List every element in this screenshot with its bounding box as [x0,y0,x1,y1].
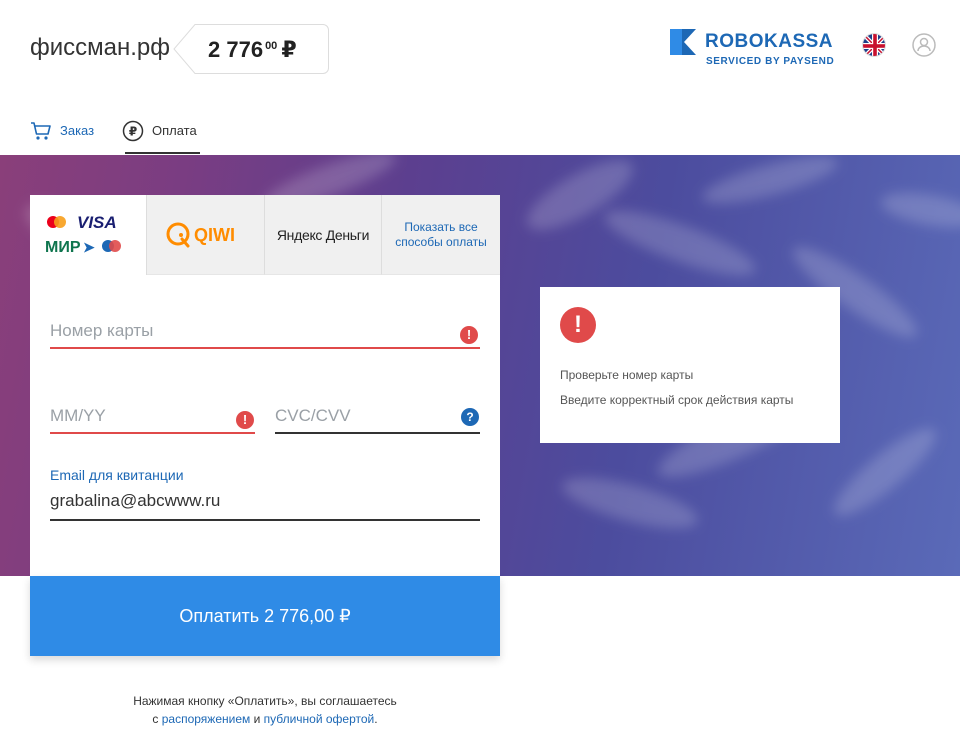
cvc-underline [275,432,480,434]
step-order-label: Заказ [60,123,95,138]
cart-icon [30,120,52,142]
public-offer-link[interactable]: публичной офертой [264,712,375,726]
terms-and: и [250,712,264,726]
card-number-input[interactable] [50,321,480,341]
expiry-field[interactable]: ! [50,402,255,434]
error-icon: ! [236,411,254,429]
svg-text:➤: ➤ [83,239,95,255]
cvc-input[interactable] [275,406,480,426]
terms-prefix: с [152,712,162,726]
card-logos-icon: VISA МИР ➤ [45,213,121,256]
step-payment-label: Оплата [152,123,197,138]
error-message-card-number: Проверьте номер карты [560,368,694,382]
currency-sign: ₽ [281,37,297,62]
validation-errors-box: ! Проверьте номер карты Введите корректн… [540,287,840,443]
order-amount: 2 776 00 ₽ [208,37,297,63]
expiry-input[interactable] [50,406,255,426]
payment-form-panel: VISA МИР ➤ QIWI Яндекс Деньги Показать в… [30,195,500,576]
cvc-field[interactable]: ? [275,402,480,434]
qiwi-logo-icon: QIWI [166,222,235,247]
qiwi-text: QIWI [194,225,235,245]
terms-notice: Нажимая кнопку «Оплатить», вы соглашаете… [30,692,500,728]
checkout-steps: Заказ ₽ Оплата [0,100,960,155]
robokassa-k-icon [670,29,696,55]
logo-subtitle: SERVICED BY PAYSEND [706,56,835,67]
email-underline [50,519,480,521]
card-number-underline [50,347,480,349]
error-message-expiry: Введите корректный срок действия карты [560,393,794,407]
terms-line-2: с распоряжением и публичной офертой. [30,710,500,728]
email-field[interactable] [50,487,480,521]
step-payment[interactable]: ₽ Оплата [122,108,197,153]
logo-title: ROBOKASSA [705,31,833,53]
order-link[interactable]: распоряжением [162,712,251,726]
expiry-underline [50,432,255,434]
yandex-money-label: Яндекс Деньги [276,226,370,243]
error-icon: ! [560,307,596,343]
pay-button[interactable]: Оплатить 2 776,00 ₽ [30,576,500,656]
logo-robo: ROBO [705,31,764,52]
tab-bank-card[interactable]: VISA МИР ➤ [30,195,147,275]
step-order[interactable]: Заказ [30,108,94,153]
header: фиссман.рф 2 776 00 ₽ ROBOKASSA SERVICED B… [0,0,960,100]
tab-show-all-methods[interactable]: Показать все способы оплаты [382,195,500,275]
logo-kassa: KASSA [764,31,834,52]
tab-qiwi[interactable]: QIWI [147,195,265,275]
shop-name: фиссман.рф [30,34,171,61]
svg-text:₽: ₽ [129,124,137,138]
payment-method-tabs: VISA МИР ➤ QIWI Яндекс Деньги Показать в… [30,195,500,275]
card-number-field[interactable]: ! [50,317,480,349]
terms-line-1: Нажимая кнопку «Оплатить», вы соглашаете… [133,694,397,708]
active-step-indicator [125,152,200,154]
uk-flag-icon[interactable] [862,33,886,57]
terms-suffix: . [374,712,378,726]
amount-badge: 2 776 00 ₽ [173,24,329,74]
error-icon: ! [460,326,478,344]
user-icon[interactable] [912,33,936,57]
mir-text: МИР [45,239,81,256]
amount-main: 2 776 [208,37,264,62]
ruble-icon: ₽ [122,120,144,142]
email-label: Email для квитанции [50,467,184,483]
help-icon[interactable]: ? [461,408,479,426]
visa-text: VISA [77,213,117,232]
robokassa-logo[interactable]: ROBOKASSA SERVICED BY PAYSEND [670,29,840,69]
tab-yandex-money[interactable]: Яндекс Деньги [265,195,382,275]
amount-cents: 00 [265,39,278,52]
email-input[interactable] [50,491,480,511]
